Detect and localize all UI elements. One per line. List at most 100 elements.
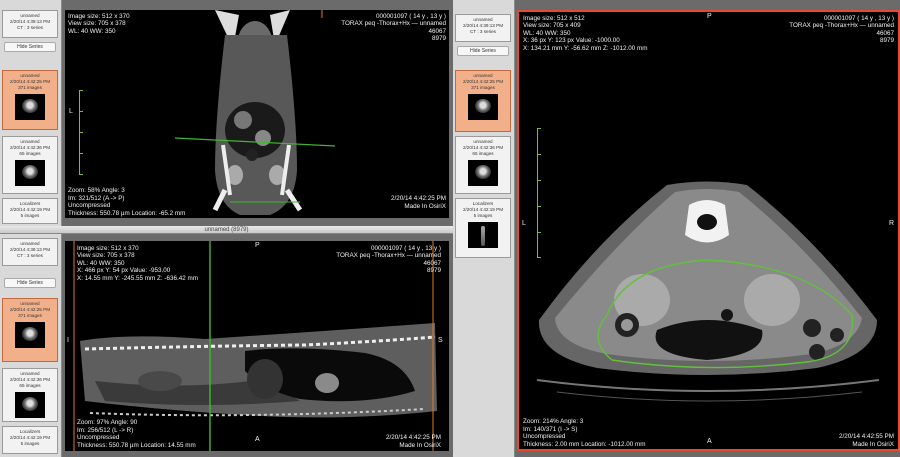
window-level: WL: 40 WW: 350 — [68, 27, 116, 35]
orientation-top: P — [707, 13, 712, 20]
series-card-selected[interactable]: unnamed 2/20/14 4:42:25 PM 371 images — [2, 70, 58, 130]
acquisition-time: 2/20/14 4:42:25 PM — [386, 434, 441, 442]
thickness-location: Thickness: 2.00 mm Location: -1012.00 mm — [523, 440, 646, 448]
study-description: TORAX peq -Thorax+Hx — unnamed — [789, 22, 894, 30]
series-sidebar-right: unnamed 2/20/14 4:39:13 PM CT : 3 series… — [453, 0, 515, 457]
window-titlebar[interactable]: unnamed (8979) — [0, 226, 453, 234]
series-thumbnail — [15, 322, 45, 348]
axial-image — [536, 181, 880, 402]
series-card-selected[interactable]: unnamed 2/20/14 4:42:25 PM 371 images — [455, 70, 511, 132]
study-number: 46067 — [428, 27, 446, 35]
series-thumbnail — [15, 94, 45, 120]
overlay-bottom-right: 2/20/14 4:42:55 PM Made In OsiriX — [839, 433, 894, 448]
series-thumbnail — [15, 392, 45, 418]
made-in-label: Made In OsiriX — [404, 202, 446, 210]
compression: Uncompressed — [68, 202, 111, 210]
zoom-angle: Zoom: 214% Angle: 3 — [523, 418, 584, 426]
overlay-bottom-left: Zoom: 97% Angle: 90 Im: 256/512 (L -> R)… — [77, 419, 196, 449]
orientation-left: L — [69, 108, 73, 115]
overlay-top-left: Image size: 512 x 370 View size: 705 x 3… — [68, 13, 130, 35]
series-card[interactable]: unnamed 2/20/14 4:42:36 PM 65 images — [455, 136, 511, 194]
series-number: 8979 — [879, 37, 894, 45]
study-card[interactable]: unnamed 2/20/14 4:39:13 PM CT : 3 series — [455, 14, 511, 42]
localizer-card[interactable]: Localizers 2/20/14 4:42:19 PM 5 images — [2, 426, 58, 454]
series-number: 8979 — [431, 35, 446, 43]
overlay-top-right: 000001097 ( 14 y , 13 y ) TORAX peq -Tho… — [336, 245, 441, 275]
zoom-angle: Zoom: 97% Angle: 90 — [77, 419, 138, 427]
acquisition-time: 2/20/14 4:42:25 PM — [391, 195, 446, 203]
window-level: WL: 40 WW: 350 — [77, 259, 125, 267]
series-sidebar-bottom-left: unnamed 2/20/14 4:39:13 PM CT : 3 series… — [0, 234, 62, 457]
series-card[interactable]: unnamed 2/20/14 4:42:36 PM 65 images — [2, 136, 58, 194]
pixel-value: X: 36 px Y: 123 px Value: -1000.00 — [523, 37, 620, 45]
overlay-top-left: Image size: 512 x 512 View size: 705 x 4… — [523, 15, 647, 52]
hide-series-button[interactable]: Hide Series — [4, 278, 56, 288]
series-image-count: 65 images — [19, 383, 41, 388]
series-number: 8979 — [426, 267, 441, 275]
series-thumbnail — [468, 160, 498, 186]
orientation-right: R — [889, 220, 895, 227]
overlay-top-left: Image size: 512 x 370 View size: 705 x 3… — [77, 245, 198, 282]
overlay-bottom-left: Zoom: 58% Angle: 3 Im: 321/512 (A -> P) … — [68, 187, 185, 217]
mm-coordinates: X: 134.21 mm Y: -56.62 mm Z: -1012.00 mm — [523, 44, 648, 52]
study-card[interactable]: unnamed 2/20/14 4:39:13 PM CT : 3 series — [2, 10, 58, 38]
image-index: Im: 256/512 (L -> R) — [77, 426, 134, 434]
study-card[interactable]: unnamed 2/20/14 4:39:13 PM CT : 3 series — [2, 238, 58, 266]
study-number: 46067 — [876, 29, 894, 37]
window-level: WL: 40 WW: 350 — [523, 29, 571, 37]
orientation-left: I — [67, 337, 69, 344]
thickness-location: Thickness: 550.78 µm Location: -65.2 mm — [68, 209, 186, 217]
coronal-viewer[interactable]: L Image size: 512 x 370 View size: 705 x… — [65, 10, 449, 218]
study-series-count: CT : 3 series — [17, 25, 43, 30]
compression: Uncompressed — [523, 433, 566, 441]
image-index: Im: 140/371 (I -> S) — [523, 425, 578, 433]
series-thumbnail — [468, 94, 498, 120]
view-size: View size: 705 x 409 — [523, 22, 581, 30]
view-size: View size: 705 x 378 — [77, 252, 135, 260]
overlay-bottom-left: Zoom: 214% Angle: 3 Im: 140/371 (I -> S)… — [523, 418, 646, 448]
patient-id: 000001097 ( 14 y , 13 y ) — [375, 13, 446, 20]
overlay-bottom-right: 2/20/14 4:42:25 PM Made In OsiriX — [391, 195, 446, 210]
patient-id: 000001097 ( 14 y , 13 y ) — [823, 15, 894, 22]
series-image-count: 5 images — [20, 441, 40, 446]
series-thumbnail — [15, 160, 45, 186]
series-card-selected[interactable]: unnamed 2/20/14 4:42:25 PM 371 images — [2, 298, 58, 362]
study-number: 46067 — [423, 259, 441, 267]
compression: Uncompressed — [77, 434, 120, 442]
scale-bar — [79, 90, 83, 175]
series-image-count: 371 images — [18, 313, 42, 318]
sagittal-viewer[interactable]: P I S A Image size: 512 x 370 View size:… — [65, 241, 449, 451]
scale-bar — [537, 128, 541, 258]
series-image-count: 65 images — [472, 151, 494, 156]
study-description: TORAX peq -Thorax+Hx — unnamed — [336, 252, 441, 260]
view-size: View size: 705 x 378 — [68, 20, 126, 28]
image-index: Im: 321/512 (A -> P) — [68, 194, 125, 202]
study-description: TORAX peq -Thorax+Hx — unnamed — [341, 20, 446, 28]
made-in-label: Made In OsiriX — [399, 441, 441, 449]
orientation-left: L — [522, 220, 526, 227]
axial-viewer[interactable]: P L R A Image size: 512 x 512 View size:… — [517, 10, 900, 451]
overlay-top-right: 000001097 ( 14 y , 13 y ) TORAX peq -Tho… — [341, 13, 446, 43]
hide-series-button[interactable]: Hide Series — [457, 46, 509, 56]
study-series-count: CT : 3 series — [17, 253, 43, 258]
localizer-card[interactable]: Localizers 2/20/14 4:42:19 PM 5 images — [2, 198, 58, 224]
overlay-bottom-right: 2/20/14 4:42:25 PM Made In OsiriX — [386, 434, 441, 449]
orientation-bottom: A — [707, 438, 712, 445]
overlay-top-right: 000001097 ( 14 y , 13 y ) TORAX peq -Tho… — [789, 15, 894, 45]
series-image-count: 5 images — [20, 213, 40, 218]
series-image-count: 5 images — [473, 213, 493, 218]
image-size: Image size: 512 x 370 — [77, 245, 139, 252]
localizer-card[interactable]: Localizers 2/20/14 4:42:19 PM 5 images — [455, 198, 511, 258]
hide-series-button[interactable]: Hide Series — [4, 42, 56, 52]
zoom-angle: Zoom: 58% Angle: 3 — [68, 187, 125, 195]
image-size: Image size: 512 x 370 — [68, 13, 130, 20]
image-size: Image size: 512 x 512 — [523, 15, 585, 22]
orientation-top: P — [255, 242, 260, 249]
series-card[interactable]: unnamed 2/20/14 4:42:36 PM 65 images — [2, 368, 58, 422]
series-image-count: 371 images — [471, 85, 495, 90]
localizer-thumbnail — [468, 222, 498, 248]
acquisition-time: 2/20/14 4:42:55 PM — [839, 433, 894, 441]
thickness-location: Thickness: 550.78 µm Location: 14.55 mm — [77, 441, 196, 449]
study-series-count: CT : 3 series — [470, 29, 496, 34]
pixel-value: X: 466 px Y: 54 px Value: -953.00 — [77, 267, 171, 275]
